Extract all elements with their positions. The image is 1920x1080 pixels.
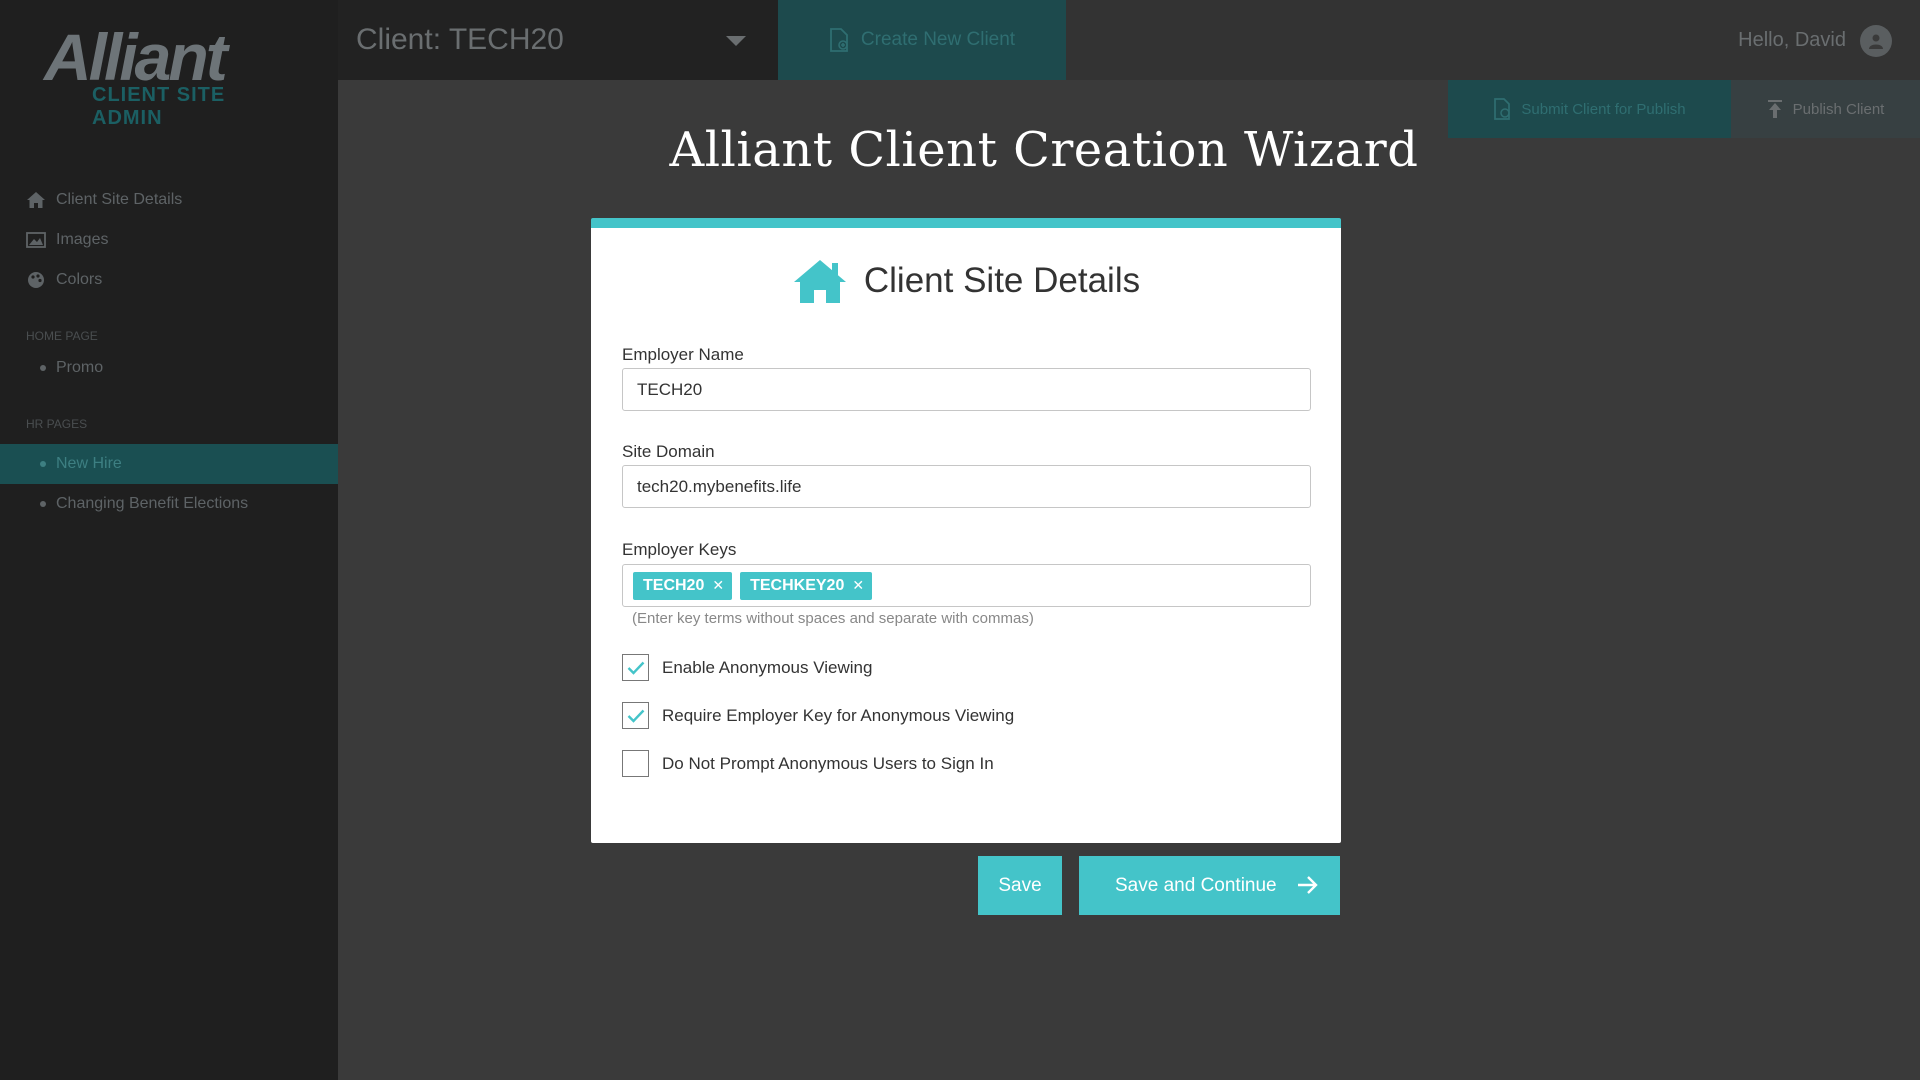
employer-keys-hint: (Enter key terms without spaces and sepa… (632, 610, 1034, 627)
create-new-client-button[interactable]: Create New Client (778, 0, 1066, 80)
alliant-logo: Alliant CLIENT SITE ADMIN (44, 20, 284, 129)
sidebar-item-label: Colors (56, 271, 103, 288)
bullet-icon (40, 461, 46, 467)
arrow-right-icon (1296, 874, 1318, 896)
employer-keys-input[interactable]: TECH20 ✕ TECHKEY20 ✕ (622, 564, 1311, 607)
submit-document-icon (1493, 98, 1511, 120)
sidebar-item-colors[interactable]: Colors (0, 260, 338, 300)
sidebar-item-label: Images (56, 231, 109, 248)
require-employer-key-row[interactable]: Require Employer Key for Anonymous Viewi… (622, 702, 1014, 729)
save-and-continue-button[interactable]: Save and Continue (1079, 856, 1340, 915)
enable-anonymous-viewing-row[interactable]: Enable Anonymous Viewing (622, 654, 872, 681)
employer-key-tag-label: TECH20 (643, 576, 705, 594)
wizard-title: Alliant Client Creation Wizard (338, 122, 1920, 178)
employer-keys-label: Employer Keys (622, 540, 737, 559)
new-document-icon (829, 28, 849, 52)
wizard-title-text: Alliant Client Creation Wizard (669, 122, 1419, 178)
sidebar-item-label: Changing Benefit Elections (56, 495, 249, 512)
home-icon (26, 191, 46, 209)
bullet-icon (40, 501, 46, 507)
publish-client-label: Publish Client (1792, 100, 1885, 118)
submit-client-label: Submit Client for Publish (1521, 100, 1686, 118)
chevron-down-icon (726, 36, 746, 46)
employer-name-input[interactable] (622, 368, 1311, 411)
site-domain-input[interactable] (622, 465, 1311, 508)
save-and-continue-label: Save and Continue (1115, 874, 1277, 896)
employer-name-label: Employer Name (622, 345, 744, 364)
do-not-prompt-sign-in-row[interactable]: Do Not Prompt Anonymous Users to Sign In (622, 750, 994, 777)
home-icon (792, 258, 848, 304)
sidebar-item-images[interactable]: Images (0, 220, 338, 260)
remove-tag-icon[interactable]: ✕ (712, 577, 724, 594)
save-button[interactable]: Save (978, 856, 1062, 915)
checkbox-label: Do Not Prompt Anonymous Users to Sign In (662, 753, 994, 773)
card-header: Client Site Details (591, 258, 1341, 304)
checkmark-icon (627, 709, 644, 723)
bullet-icon (40, 365, 46, 371)
require-employer-key-checkbox[interactable] (622, 702, 649, 729)
employer-key-tag: TECH20 ✕ (633, 571, 733, 600)
image-icon (26, 231, 46, 249)
user-greeting: Hello, David (1738, 28, 1846, 51)
checkbox-label: Require Employer Key for Anonymous Viewi… (662, 705, 1015, 725)
sidebar-item-new-hire[interactable]: New Hire (0, 444, 338, 484)
sidebar-section-home-page: HOME PAGE (26, 329, 98, 343)
logo-subtitle: CLIENT SITE ADMIN (92, 84, 226, 129)
employer-key-tag-label: TECHKEY20 (750, 576, 845, 594)
palette-icon (26, 271, 46, 289)
site-domain-label: Site Domain (622, 442, 715, 461)
sidebar-item-changing-benefit-elections[interactable]: Changing Benefit Elections (0, 484, 338, 524)
sidebar-section-hr-pages: HR PAGES (26, 417, 88, 431)
sidebar: Alliant CLIENT SITE ADMIN Client Site De… (0, 0, 338, 1080)
remove-tag-icon[interactable]: ✕ (852, 577, 864, 594)
sidebar-item-label: New Hire (56, 455, 122, 472)
client-select-value: Client: TECH20 (356, 23, 564, 56)
sidebar-item-promo[interactable]: Promo (0, 348, 338, 388)
sidebar-nav: Client Site Details Images Colors HOME P… (0, 180, 338, 524)
create-new-client-label: Create New Client (860, 29, 1016, 50)
employer-key-tag: TECHKEY20 ✕ (740, 571, 873, 600)
do-not-prompt-sign-in-checkbox[interactable] (622, 750, 649, 777)
sidebar-item-label: Client Site Details (56, 191, 183, 208)
client-site-details-card: Client Site Details Employer Name Site D… (591, 218, 1341, 843)
enable-anonymous-viewing-checkbox[interactable] (622, 654, 649, 681)
upload-icon (1767, 99, 1783, 119)
client-select-dropdown[interactable]: Client: TECH20 (338, 0, 778, 80)
checkbox-label: Enable Anonymous Viewing (662, 657, 873, 677)
checkmark-icon (627, 661, 644, 675)
user-avatar-icon[interactable] (1860, 25, 1892, 57)
card-title: Client Site Details (863, 261, 1141, 300)
sidebar-item-label: Promo (56, 359, 104, 376)
sidebar-item-client-site-details[interactable]: Client Site Details (0, 180, 338, 220)
logo-mark: Alliant (44, 20, 228, 94)
